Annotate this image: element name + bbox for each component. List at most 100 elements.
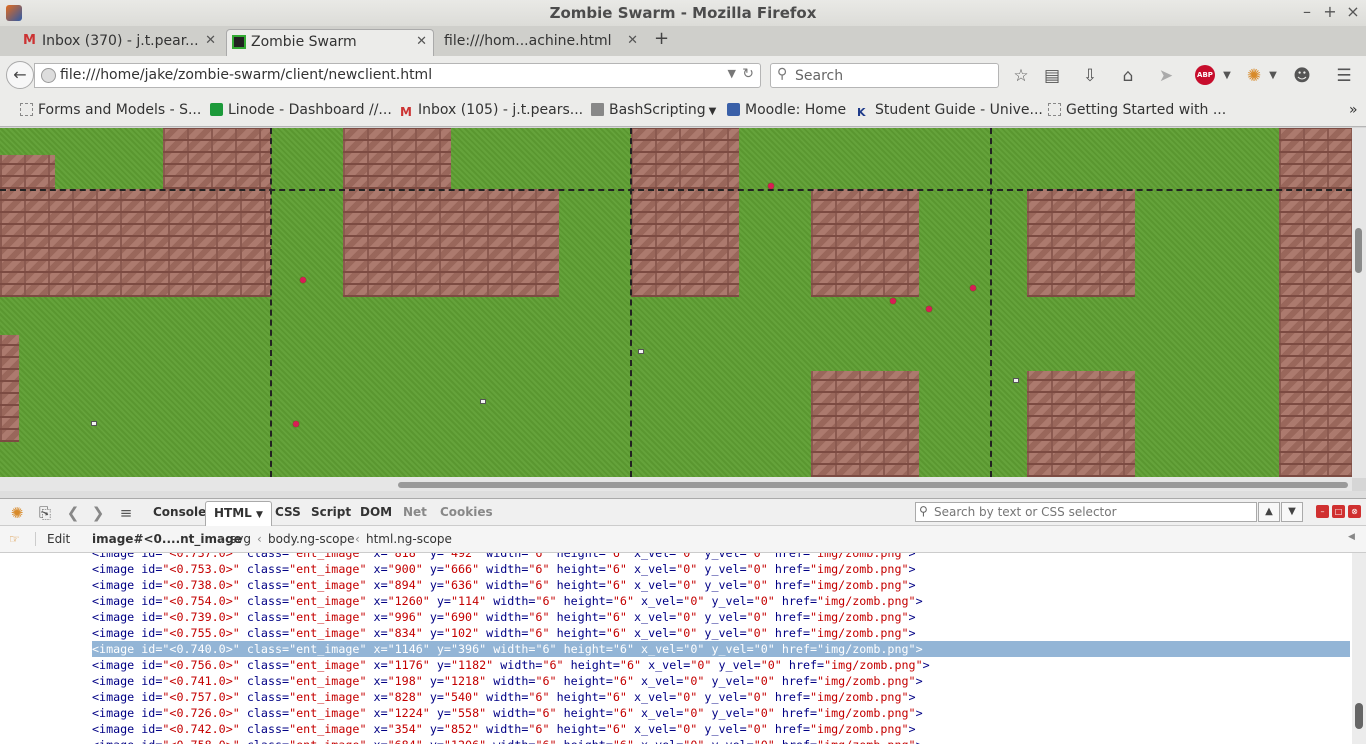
search-bar[interactable]: ⚲ <box>770 63 999 88</box>
scrollbar-thumb[interactable] <box>1355 228 1362 273</box>
history-dropdown-icon[interactable]: ▼ <box>728 67 736 80</box>
tab-gmail[interactable]: M Inbox (370) - j.t.pear... ✕ <box>18 29 222 56</box>
attr-value: "<0.755.0>" <box>162 626 240 640</box>
attr-value: "354" <box>387 722 423 736</box>
tab-console[interactable]: Console <box>153 505 206 519</box>
bookmark-item[interactable]: Linode - Dashboard //... <box>210 102 392 118</box>
breadcrumb-item[interactable]: svg <box>230 532 251 546</box>
search-previous-button[interactable]: ▲ <box>1258 502 1280 522</box>
maximize-button[interactable]: + <box>1320 2 1340 22</box>
attr-name: <image <box>92 578 142 592</box>
chevron-left-icon: ‹ <box>219 532 224 546</box>
firebug-close-button[interactable]: ⊗ <box>1348 505 1361 518</box>
breadcrumb-item[interactable]: body.ng-scope <box>268 532 355 546</box>
code-line[interactable]: <image id="<0.737.0>" class="ent_image" … <box>92 553 1350 561</box>
code-line[interactable]: <image id="<0.726.0>" class="ent_image" … <box>92 705 1350 721</box>
firebug-html-panel[interactable]: <image id="<0.737.0>" class="ent_image" … <box>0 553 1352 744</box>
abp-dropdown-icon[interactable]: ▼ <box>1216 65 1238 87</box>
tab-cookies[interactable]: Cookies <box>440 505 493 519</box>
forward-icon[interactable]: ❯ <box>89 504 107 522</box>
tab-css[interactable]: CSS <box>275 505 301 519</box>
close-window-button[interactable]: × <box>1343 2 1363 22</box>
attr-value: "0" <box>676 578 698 592</box>
bookmark-item[interactable]: K Student Guide - Unive... <box>857 102 1043 119</box>
chevron-down-icon: ▼ <box>256 510 263 520</box>
code-line[interactable]: <image id="<0.753.0>" class="ent_image" … <box>92 561 1350 577</box>
tab-net[interactable]: Net <box>403 505 427 519</box>
code-line[interactable]: <image id="<0.757.0>" class="ent_image" … <box>92 689 1350 705</box>
bookmark-folder[interactable]: BashScripting ▼ <box>591 102 716 118</box>
attr-name: y_vel= <box>704 553 747 560</box>
tab-zombie-swarm[interactable]: Zombie Swarm ✕ <box>226 29 434 56</box>
attr-name <box>775 738 782 744</box>
url-bar[interactable]: file:///home/jake/zombie-swarm/client/ne… <box>34 63 761 88</box>
menu-icon[interactable]: ☰ <box>1333 65 1355 87</box>
tab-dom[interactable]: DOM <box>360 505 392 519</box>
code-line[interactable]: <image id="<0.741.0>" class="ent_image" … <box>92 673 1350 689</box>
share-icon[interactable]: ➤ <box>1155 65 1177 87</box>
code-line[interactable]: <image id="<0.755.0>" class="ent_image" … <box>92 625 1350 641</box>
firebug-vertical-scrollbar[interactable] <box>1352 553 1366 744</box>
tab-html[interactable]: HTML ▼ <box>205 501 272 528</box>
new-tab-button[interactable]: + <box>654 28 669 49</box>
attr-name: id= <box>141 706 163 720</box>
back-icon[interactable]: ❮ <box>64 504 82 522</box>
attr-name: href= <box>774 578 810 592</box>
url-text[interactable]: file:///home/jake/zombie-swarm/client/ne… <box>60 67 432 83</box>
attr-name: height= <box>563 706 613 720</box>
attr-value: "834" <box>387 626 423 640</box>
tab-script[interactable]: Script <box>311 505 351 519</box>
page-horizontal-scrollbar[interactable] <box>0 477 1352 491</box>
code-line[interactable]: <image id="<0.756.0>" class="ent_image" … <box>92 657 1350 673</box>
bookmark-item[interactable]: Getting Started with ... <box>1048 102 1226 118</box>
tab-file[interactable]: file:///hom...achine.html ✕ <box>420 29 644 56</box>
bookmark-label: Inbox (105) - j.t.pears... <box>418 102 584 118</box>
search-input[interactable] <box>795 66 990 85</box>
pointer-icon[interactable]: ☞ <box>9 532 20 546</box>
page-vertical-scrollbar[interactable] <box>1352 128 1366 478</box>
chat-icon[interactable]: ☻ <box>1291 65 1313 87</box>
bookmark-item[interactable]: Forms and Models - S... <box>20 102 201 118</box>
firebug-dropdown-icon[interactable]: ▼ <box>1262 65 1284 87</box>
reload-icon[interactable]: ↻ <box>742 66 754 82</box>
breadcrumb-scroll-icon[interactable]: ◀ <box>1348 532 1355 542</box>
bookmark-item[interactable]: M Inbox (105) - j.t.pears... <box>400 102 583 119</box>
code-line[interactable]: <image id="<0.754.0>" class="ent_image" … <box>92 593 1350 609</box>
attr-value: "6" <box>612 674 634 688</box>
devtools-splitter[interactable] <box>0 491 1366 498</box>
inspect-icon[interactable]: ⎘ <box>36 504 54 522</box>
game-canvas[interactable] <box>0 128 1352 477</box>
code-line[interactable]: <image id="<0.739.0>" class="ent_image" … <box>92 609 1350 625</box>
scrollbar-thumb[interactable] <box>1355 703 1363 729</box>
bookmarks-overflow-icon[interactable]: » <box>1349 102 1358 118</box>
downloads-icon[interactable]: ⇩ <box>1079 65 1101 87</box>
bookmark-item[interactable]: Moodle: Home <box>727 102 846 118</box>
search-next-button[interactable]: ▼ <box>1281 502 1303 522</box>
attr-value: "0" <box>754 738 775 744</box>
firebug-search[interactable]: ⚲ <box>915 502 1257 522</box>
reading-list-icon[interactable]: ▤ <box>1041 65 1063 87</box>
code-line[interactable]: <image id="<0.742.0>" class="ent_image" … <box>92 721 1350 737</box>
code-line[interactable]: <image id="<0.758.0>" class="ent_image" … <box>92 737 1350 744</box>
code-line-selected[interactable]: <image id="<0.740.0>" class="ent_image" … <box>92 641 1350 657</box>
firebug-minimize-button[interactable]: – <box>1316 505 1329 518</box>
attr-value: "<0.737.0>" <box>162 553 240 560</box>
minimize-button[interactable]: – <box>1297 2 1317 22</box>
breadcrumb-item[interactable]: html.ng-scope <box>366 532 452 546</box>
firebug-icon[interactable]: ✺ <box>8 504 26 522</box>
command-line-icon[interactable]: ≡ <box>117 504 135 522</box>
back-button[interactable]: ← <box>6 61 34 89</box>
chevron-left-icon: ‹ <box>355 532 360 546</box>
close-tab-icon[interactable]: ✕ <box>205 29 216 53</box>
close-tab-icon[interactable]: ✕ <box>627 29 638 53</box>
edit-button[interactable]: Edit <box>35 532 70 546</box>
attr-value: "6" <box>605 562 627 576</box>
adblock-plus-icon[interactable]: ABP <box>1195 65 1215 85</box>
bookmark-star-icon[interactable]: ☆ <box>1010 65 1032 87</box>
firebug-detach-button[interactable]: □ <box>1332 505 1345 518</box>
scrollbar-thumb[interactable] <box>398 482 1348 488</box>
site-identity-icon[interactable] <box>41 68 56 83</box>
code-line[interactable]: <image id="<0.738.0>" class="ent_image" … <box>92 577 1350 593</box>
home-icon[interactable]: ⌂ <box>1117 65 1139 87</box>
firebug-search-input[interactable] <box>934 504 1250 520</box>
